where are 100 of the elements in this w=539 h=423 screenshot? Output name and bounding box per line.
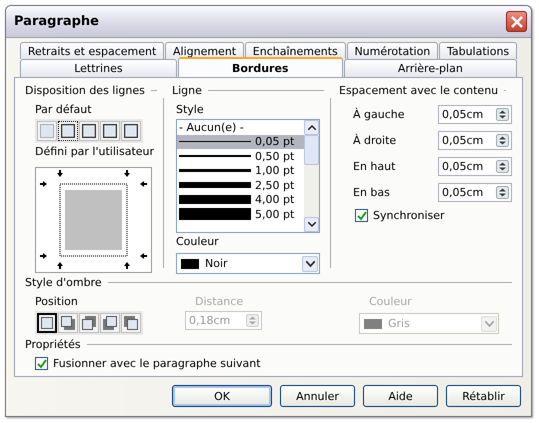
field-label: Style xyxy=(176,103,205,116)
tab[interactable]: Tabulations xyxy=(439,42,517,59)
spin-value: 0,05cm xyxy=(442,160,484,172)
line-sample xyxy=(179,182,251,188)
line-sample xyxy=(179,141,251,142)
field-label: Couleur xyxy=(369,295,413,308)
shadow-position-button[interactable] xyxy=(121,313,141,333)
field-label: Distance xyxy=(195,295,244,308)
spin-value: 0,05cm xyxy=(442,186,484,198)
field-label: En haut xyxy=(353,160,396,172)
line-style-item[interactable]: 5,00 pt xyxy=(177,207,304,222)
spin-arrows-icon xyxy=(496,134,509,146)
line-style-item[interactable]: - Aucun(e) - xyxy=(177,120,304,134)
chevron-down-icon xyxy=(308,222,316,228)
tab[interactable]: Arrière-plan xyxy=(344,59,517,77)
section-title: Espacement avec le contenu xyxy=(339,84,498,97)
border-preset-button[interactable] xyxy=(100,121,120,141)
checkmark-icon xyxy=(356,210,366,220)
tab[interactable]: Lettrines xyxy=(20,59,177,77)
line-sample xyxy=(179,195,251,204)
field-label: Couleur xyxy=(176,235,220,248)
checkmark-icon xyxy=(36,358,46,368)
tab[interactable]: Alignement xyxy=(165,42,244,59)
checkbox[interactable] xyxy=(355,209,368,222)
close-button[interactable] xyxy=(506,11,527,32)
shadow-position-icon xyxy=(40,316,54,330)
field-label: À gauche xyxy=(353,108,405,120)
line-width-label: 2,50 pt xyxy=(255,178,294,192)
line-style-item[interactable]: 1,00 pt xyxy=(177,164,304,178)
chevron-down-icon xyxy=(306,260,314,267)
shadow-position-button[interactable] xyxy=(37,313,57,333)
synchronize-checkbox[interactable]: Synchroniser xyxy=(355,209,512,222)
section-title: Ligne xyxy=(172,84,202,97)
scroll-up-button[interactable] xyxy=(304,120,319,135)
line-style-item[interactable]: 2,50 pt xyxy=(177,178,304,192)
border-preset-button[interactable] xyxy=(58,121,78,141)
section-title: Disposition des lignes xyxy=(25,84,145,97)
dropdown-value: Gris xyxy=(388,317,411,330)
border-preset-icon xyxy=(61,124,75,138)
line-width-label: 4,00 pt xyxy=(255,193,294,206)
color-dropdown[interactable]: Noir xyxy=(176,253,320,274)
dropdown-button[interactable] xyxy=(302,256,318,272)
checkbox-label: Synchroniser xyxy=(373,209,445,222)
merge-checkbox[interactable]: Fusionner avec le paragraphe suivant xyxy=(35,357,512,370)
spin-field[interactable]: 0,05cm xyxy=(438,156,512,176)
line-none-label: - Aucun(e) - xyxy=(179,120,244,134)
spin-field[interactable]: 0,05cm xyxy=(438,130,512,150)
spin-value: 0,05cm xyxy=(442,108,484,120)
checkbox[interactable] xyxy=(35,357,48,370)
shadow-position-icon xyxy=(61,316,75,330)
dialog-button[interactable]: OK xyxy=(172,385,272,407)
dialog-button[interactable]: Annuler xyxy=(280,385,355,407)
checkbox-label: Fusionner avec le paragraphe suivant xyxy=(53,357,261,370)
chevron-down-icon xyxy=(484,320,494,326)
line-width-label: 1,00 pt xyxy=(255,164,294,178)
shadow-position-icon xyxy=(82,316,96,330)
line-width-label: 5,00 pt xyxy=(255,208,294,221)
border-preset-icon xyxy=(124,124,138,138)
shadow-position-icon xyxy=(103,316,117,330)
dialog-button[interactable]: Rétablir xyxy=(446,385,521,407)
shadow-position-button[interactable] xyxy=(79,313,99,333)
line-sample xyxy=(179,169,251,172)
line-width-label: 0,05 pt xyxy=(255,135,294,148)
chevron-up-icon xyxy=(308,125,316,130)
border-preset-button[interactable] xyxy=(121,121,141,141)
line-style-list[interactable]: - Aucun(e) - 0,05 pt 0,50 pt 1,00 pt 2,50 pt 4,00 pt 5,00 pt xyxy=(176,119,320,234)
spin-arrows-icon xyxy=(496,186,509,198)
dropdown-value: Noir xyxy=(205,257,229,270)
field-label: À droite xyxy=(353,134,396,146)
border-preset-button[interactable] xyxy=(79,121,99,141)
tab[interactable]: Bordures xyxy=(178,57,343,77)
tab[interactable]: Numérotation xyxy=(346,42,438,59)
line-sample xyxy=(179,208,251,220)
field-label: Défini par l'utilisateur xyxy=(35,145,156,158)
spin-arrows-icon xyxy=(246,314,259,327)
tab[interactable]: Retraits et espacement xyxy=(20,42,164,59)
spin-arrows-icon xyxy=(496,160,509,172)
spin-field[interactable]: 0,05cm xyxy=(438,182,512,202)
border-preset-icon xyxy=(40,124,54,138)
shadow-position-button[interactable] xyxy=(58,313,78,333)
field-label: Position xyxy=(35,295,79,308)
scroll-down-button[interactable] xyxy=(304,217,319,232)
section-title: Propriétés xyxy=(25,338,81,351)
scroll-thumb[interactable] xyxy=(304,135,319,165)
line-width-label: 0,50 pt xyxy=(255,150,294,163)
border-preset-icon xyxy=(103,124,117,138)
line-style-item[interactable]: 4,00 pt xyxy=(177,192,304,207)
section-title: Style d'ombre xyxy=(25,276,102,289)
window-title: Paragraphe xyxy=(14,14,100,29)
line-style-item[interactable]: 0,50 pt xyxy=(177,149,304,164)
spin-arrows-icon xyxy=(496,108,509,120)
field-label: Par défaut xyxy=(35,103,93,116)
scrollbar[interactable] xyxy=(304,120,319,232)
spin-field[interactable]: 0,05cm xyxy=(438,104,512,124)
line-sample xyxy=(179,155,251,158)
dialog-button[interactable]: Aide xyxy=(363,385,438,407)
shadow-position-button[interactable] xyxy=(100,313,120,333)
close-icon xyxy=(510,14,524,28)
spin-value: 0,05cm xyxy=(442,134,484,146)
line-style-item[interactable]: 0,05 pt xyxy=(177,134,304,149)
